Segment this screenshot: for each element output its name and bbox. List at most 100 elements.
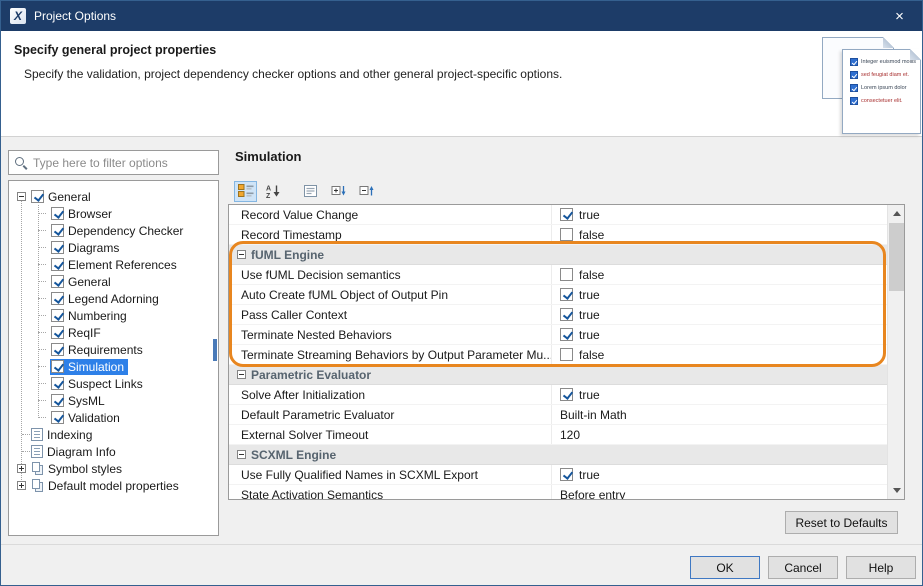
tree-item-general[interactable]: General: [9, 188, 218, 205]
value-checkbox[interactable]: [560, 308, 573, 321]
tree-item-dependency-checker[interactable]: Dependency Checker: [9, 222, 218, 239]
show-description-icon[interactable]: [299, 181, 322, 202]
option-row-use-fully-qualified-names-in-scxml-export[interactable]: Use Fully Qualified Names in SCXML Expor…: [229, 465, 887, 485]
item-checkbox[interactable]: [51, 411, 64, 424]
value-text[interactable]: Built-in Math: [560, 408, 627, 422]
option-row-terminate-streaming-behaviors-by-output-parameter-mu[interactable]: Terminate Streaming Behaviors by Output …: [229, 345, 887, 365]
value-text[interactable]: Before entry: [560, 488, 625, 500]
tree-item-indexing[interactable]: Indexing: [9, 426, 218, 443]
value-checkbox[interactable]: [560, 228, 573, 241]
value-checkbox[interactable]: [560, 328, 573, 341]
option-row-terminate-nested-behaviors[interactable]: Terminate Nested Behaviorstrue: [229, 325, 887, 345]
value-cell: false: [551, 345, 887, 364]
scroll-up-button[interactable]: [888, 205, 905, 222]
tree-item-diagram-info[interactable]: Diagram Info: [9, 443, 218, 460]
item-checkbox[interactable]: [31, 190, 44, 203]
tree-item-label: Numbering: [68, 309, 127, 323]
alphabetical-sort-icon[interactable]: AZ: [262, 181, 285, 202]
tree-item-browser[interactable]: Browser: [9, 205, 218, 222]
tree-item-requirements[interactable]: Requirements: [9, 341, 218, 358]
item-checkbox[interactable]: [51, 241, 64, 254]
collapse-all-icon[interactable]: [355, 181, 378, 202]
tree-item-sysml[interactable]: SysML: [9, 392, 218, 409]
item-checkbox[interactable]: [51, 292, 64, 305]
tree-item-body: Requirements: [50, 342, 147, 358]
option-row-external-solver-timeout[interactable]: External Solver Timeout 120: [229, 425, 887, 445]
cancel-button[interactable]: Cancel: [768, 556, 838, 579]
tree-item-simulation[interactable]: Simulation: [9, 358, 218, 375]
option-label: Auto Create fUML Object of Output Pin: [229, 285, 551, 304]
tree-item-label: General: [48, 190, 91, 204]
filter-input[interactable]: [33, 156, 213, 170]
tree-item-numbering[interactable]: Numbering: [9, 307, 218, 324]
value-text: false: [579, 348, 604, 362]
checklist-row: sed feugiat diam et.: [850, 71, 917, 79]
value-cell: true: [551, 305, 887, 324]
value-checkbox[interactable]: [560, 348, 573, 361]
option-label: Default Parametric Evaluator: [229, 405, 551, 424]
collapse-group-icon[interactable]: [237, 450, 246, 459]
tree-item-default-model-properties[interactable]: Default model properties: [9, 477, 218, 494]
tree-item-legend-adorning[interactable]: Legend Adorning: [9, 290, 218, 307]
option-row-solve-after-initialization[interactable]: Solve After Initializationtrue: [229, 385, 887, 405]
value-text[interactable]: 120: [560, 428, 580, 442]
option-row-record-timestamp[interactable]: Record Timestampfalse: [229, 225, 887, 245]
value-checkbox[interactable]: [560, 288, 573, 301]
expand-all-icon[interactable]: [327, 181, 350, 202]
value-checkbox[interactable]: [560, 208, 573, 221]
option-row-pass-caller-context[interactable]: Pass Caller Contexttrue: [229, 305, 887, 325]
option-row-auto-create-fuml-object-of-output-pin[interactable]: Auto Create fUML Object of Output Pintru…: [229, 285, 887, 305]
item-checkbox[interactable]: [51, 207, 64, 220]
value-checkbox[interactable]: [560, 388, 573, 401]
group-row-parametric-evaluator[interactable]: Parametric Evaluator: [229, 365, 887, 385]
group-row-scxml-engine[interactable]: SCXML Engine: [229, 445, 887, 465]
expand-toggle-icon[interactable]: [17, 481, 26, 490]
collapse-toggle-icon[interactable]: [17, 192, 26, 201]
collapse-group-icon[interactable]: [237, 370, 246, 379]
value-checkbox[interactable]: [560, 268, 573, 281]
checklist-row: Lorem ipsum dolor: [850, 84, 917, 92]
tree-item-general[interactable]: General: [9, 273, 218, 290]
option-label: Pass Caller Context: [229, 305, 551, 324]
option-row-use-fuml-decision-semantics[interactable]: Use fUML Decision semanticsfalse: [229, 265, 887, 285]
tree-item-symbol-styles[interactable]: Symbol styles: [9, 460, 218, 477]
scrollbar-thumb[interactable]: [889, 223, 904, 291]
tree-item-validation[interactable]: Validation: [9, 409, 218, 426]
scroll-down-button[interactable]: [888, 482, 905, 499]
help-button[interactable]: Help: [846, 556, 916, 579]
value-checkbox[interactable]: [560, 468, 573, 481]
item-checkbox[interactable]: [51, 343, 64, 356]
scrollbar-track[interactable]: [887, 205, 904, 499]
value-text: true: [579, 208, 600, 222]
option-row-record-value-change[interactable]: Record Value Changetrue: [229, 205, 887, 225]
option-label: State Activation Semantics: [229, 485, 551, 499]
item-checkbox[interactable]: [51, 394, 64, 407]
group-row-fuml-engine[interactable]: fUML Engine: [229, 245, 887, 265]
list-icon: [31, 445, 43, 458]
item-checkbox[interactable]: [51, 360, 64, 373]
item-checkbox[interactable]: [51, 309, 64, 322]
tree-item-reqif[interactable]: ReqIF: [9, 324, 218, 341]
categorized-view-icon[interactable]: [234, 181, 257, 202]
collapse-group-icon[interactable]: [237, 250, 246, 259]
close-button[interactable]: ×: [877, 1, 922, 31]
expand-toggle-icon[interactable]: [17, 464, 26, 473]
item-checkbox[interactable]: [51, 326, 64, 339]
option-row-state-activation-semantics[interactable]: State Activation Semantics Before entry: [229, 485, 887, 499]
item-checkbox[interactable]: [51, 258, 64, 271]
tree-item-element-references[interactable]: Element References: [9, 256, 218, 273]
item-checkbox[interactable]: [51, 377, 64, 390]
item-checkbox[interactable]: [51, 224, 64, 237]
tree-item-label: Requirements: [68, 343, 143, 357]
tree-item-suspect-links[interactable]: Suspect Links: [9, 375, 218, 392]
reset-to-defaults-button[interactable]: Reset to Defaults: [785, 511, 898, 534]
tree-item-diagrams[interactable]: Diagrams: [9, 239, 218, 256]
item-checkbox[interactable]: [51, 275, 64, 288]
option-label: External Solver Timeout: [229, 425, 551, 444]
value-text: true: [579, 388, 600, 402]
option-row-default-parametric-evaluator[interactable]: Default Parametric Evaluator Built-in Mat…: [229, 405, 887, 425]
window-title: Project Options: [34, 9, 116, 23]
ok-button[interactable]: OK: [690, 556, 760, 579]
tree-scrollbar-thumb[interactable]: [213, 339, 217, 361]
group-label: fUML Engine: [251, 248, 324, 262]
